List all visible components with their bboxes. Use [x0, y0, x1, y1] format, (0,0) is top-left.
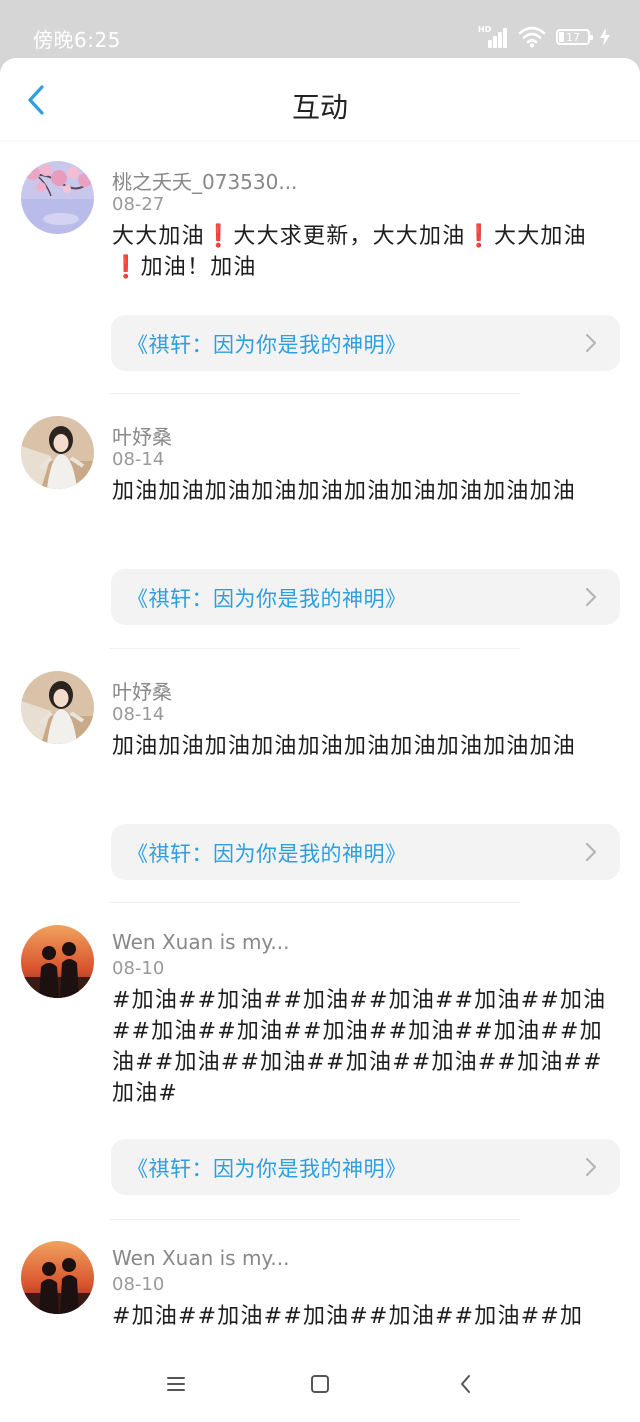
nav-back-button[interactable] [446, 1368, 486, 1400]
username[interactable]: 叶妤桑 [112, 421, 172, 450]
book-link-card[interactable]: 《祺轩：因为你是我的神明》 [111, 569, 620, 625]
menu-button[interactable] [156, 1368, 196, 1400]
divider [110, 902, 520, 903]
book-title: 《祺轩：因为你是我的神明》 [127, 587, 407, 611]
system-nav-bar [0, 1346, 640, 1422]
username[interactable]: Wen Xuan is my... [112, 930, 289, 954]
chevron-right-icon [585, 333, 597, 353]
interaction-feed[interactable]: 桃之夭夭_073530... 08-27 大大加油❗大大求更新，大大加油❗大大加… [0, 141, 640, 1346]
username[interactable]: Wen Xuan is my... [112, 1246, 289, 1270]
book-title: 《祺轩：因为你是我的神明》 [127, 1157, 407, 1181]
avatar-sunset-couple-image [21, 1241, 94, 1314]
avatar[interactable] [21, 416, 94, 489]
header: 互动 [0, 58, 640, 140]
book-link-card[interactable]: 《祺轩：因为你是我的神明》 [111, 824, 620, 880]
chevron-right-icon [585, 842, 597, 862]
home-square-icon [311, 1375, 329, 1393]
book-link-card[interactable]: 《祺轩：因为你是我的神明》 [111, 315, 620, 371]
username[interactable]: 叶妤桑 [112, 676, 172, 705]
battery-level: 17 [566, 30, 580, 44]
post-date: 08-14 [112, 704, 165, 725]
post-content: 大大加油❗大大求更新，大大加油❗大大加油❗加油！加油 [112, 224, 587, 280]
chevron-right-icon [585, 587, 597, 607]
avatar[interactable] [21, 161, 94, 234]
post-date: 08-14 [112, 449, 165, 470]
post-content: 加油加油加油加油加油加油加油加油加油加油 [112, 479, 577, 504]
network-type: HD [478, 25, 492, 34]
avatar[interactable] [21, 671, 94, 744]
wifi-icon [518, 26, 546, 48]
home-button[interactable] [300, 1368, 340, 1400]
avatar[interactable] [21, 925, 94, 998]
avatar-blossom-image [21, 161, 94, 234]
divider [110, 648, 520, 649]
post-date: 08-10 [112, 1274, 165, 1295]
nav-back-icon [461, 1375, 470, 1393]
exclamation-icon: ❗ [465, 224, 495, 249]
exclamation-icon: ❗ [204, 224, 234, 249]
battery-icon: 17 [556, 29, 593, 45]
avatar-sunset-couple-image [21, 925, 94, 998]
post-content: #加油##加油##加油##加油##加油##加 [112, 1304, 584, 1329]
avatar[interactable] [21, 1241, 94, 1314]
status-icons: HD 17 [478, 23, 610, 51]
avatar-portrait-image [21, 671, 94, 744]
status-time: 傍晚6:25 [33, 28, 121, 52]
page-title: 互动 [291, 91, 348, 124]
signal-icon: HD [478, 26, 508, 48]
book-title: 《祺轩：因为你是我的神明》 [127, 333, 407, 357]
post-content: 加油加油加油加油加油加油加油加油加油加油 [112, 734, 577, 759]
chevron-right-icon [585, 1157, 597, 1177]
charging-bolt-icon [600, 28, 610, 46]
exclamation-icon: ❗ [112, 255, 141, 280]
divider [110, 1219, 520, 1220]
username[interactable]: 桃之夭夭_073530... [112, 166, 297, 195]
avatar-portrait-image [21, 416, 94, 489]
menu-icon [167, 1377, 185, 1391]
post-date: 08-27 [112, 194, 165, 215]
divider [110, 393, 520, 394]
post-date: 08-10 [112, 958, 165, 979]
book-link-card[interactable]: 《祺轩：因为你是我的神明》 [111, 1139, 620, 1195]
post-content: #加油##加油##加油##加油##加油##加油##加油##加油##加油##加油#… [112, 988, 607, 1106]
book-title: 《祺轩：因为你是我的神明》 [127, 842, 407, 866]
